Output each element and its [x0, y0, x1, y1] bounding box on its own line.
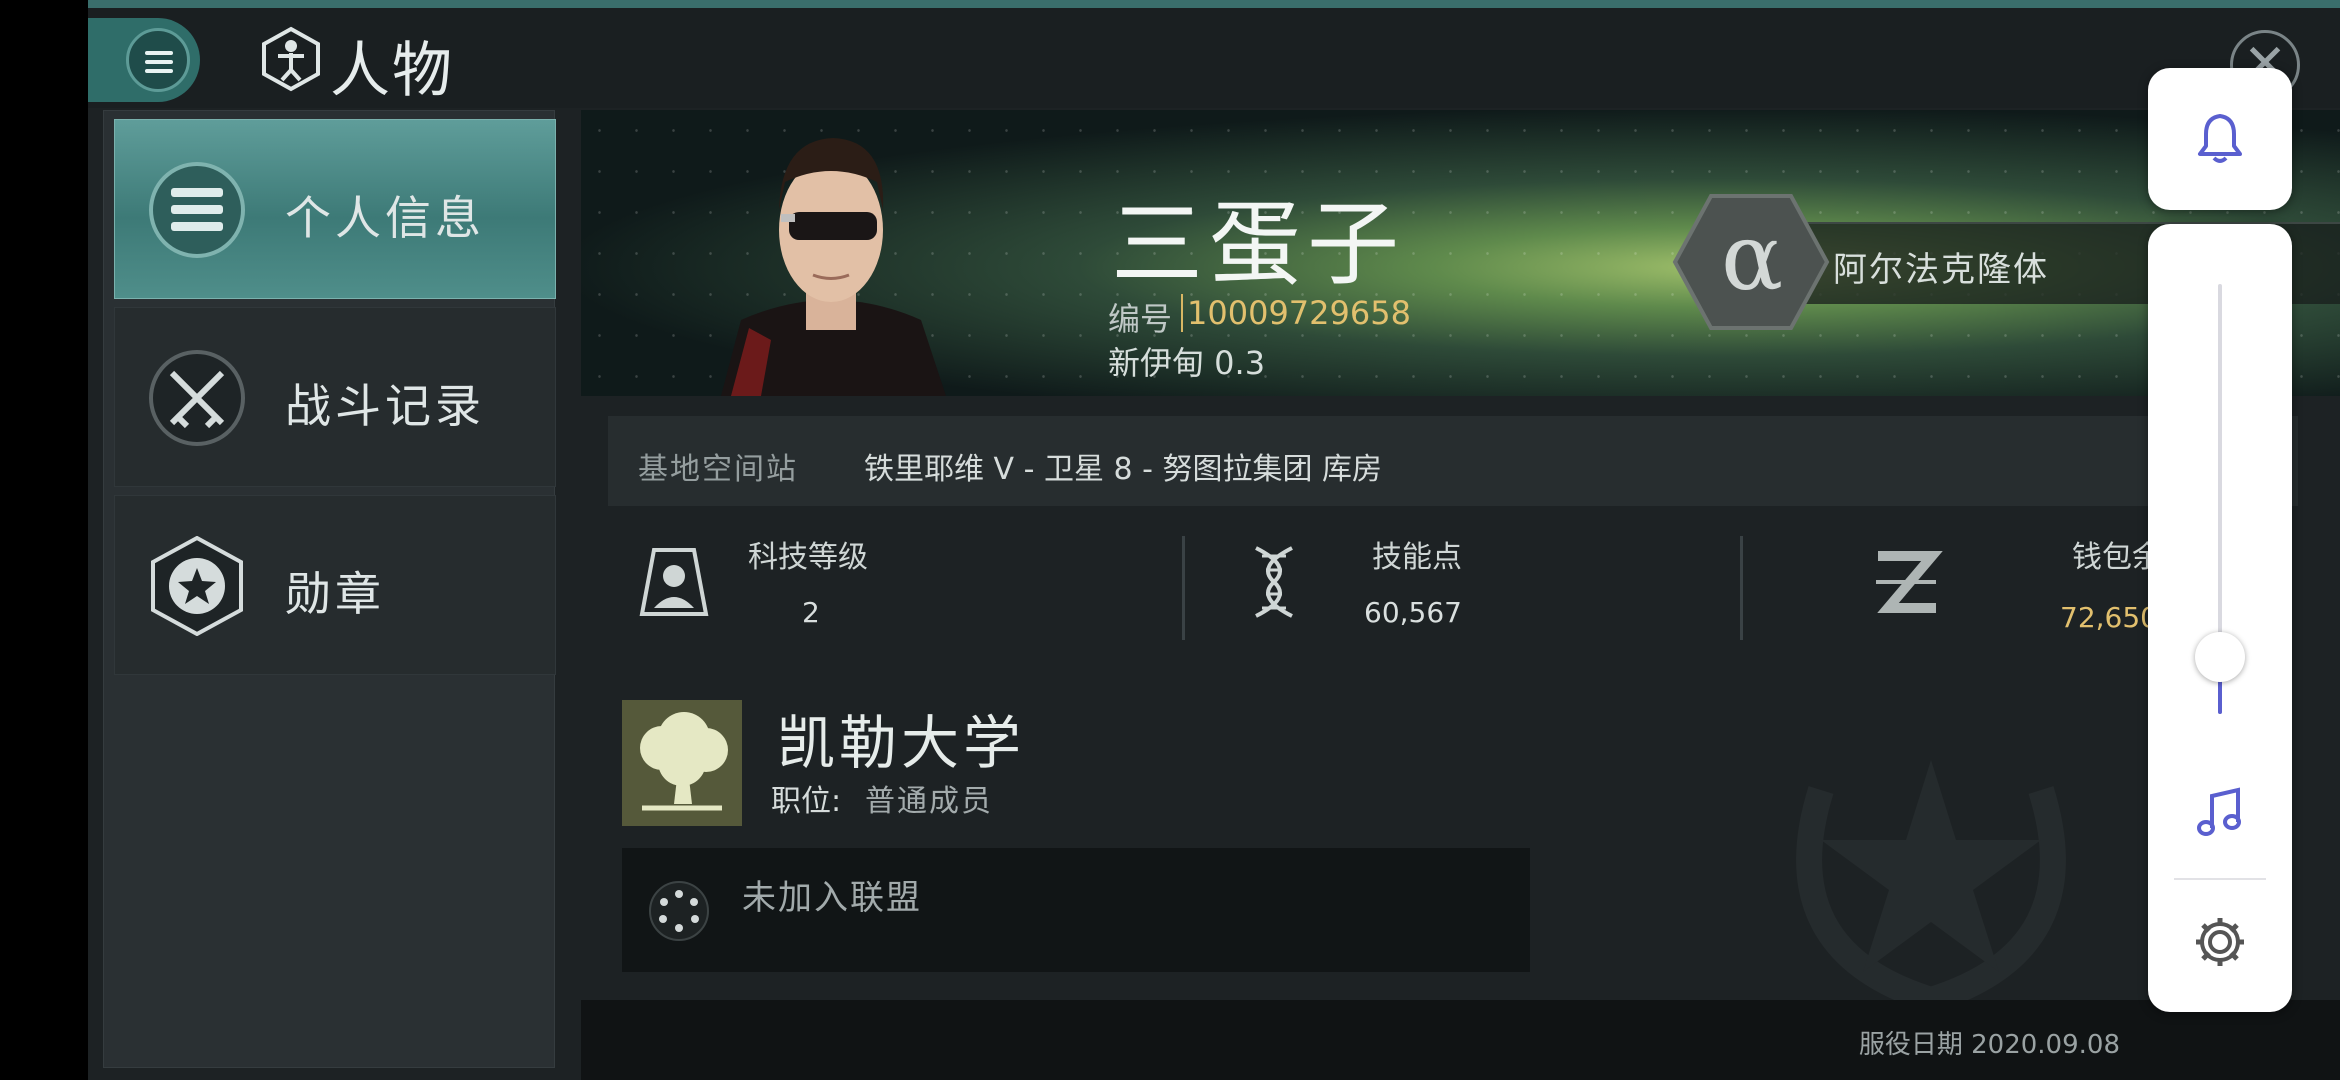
- divider: [2174, 878, 2266, 880]
- divider: [1182, 536, 1185, 640]
- sidebar-item-combat-log[interactable]: 战斗记录: [114, 307, 556, 487]
- clone-type: 阿尔法克隆体: [1833, 250, 2049, 290]
- stat-name: 技能点: [1372, 540, 1462, 575]
- gear-icon[interactable]: [2192, 914, 2248, 970]
- security-status: 新伊甸 0.3: [1108, 344, 1266, 382]
- alliance-status: 未加入联盟: [742, 878, 922, 918]
- volume-slider-thumb[interactable]: [2195, 632, 2245, 682]
- stat-tech-level: 科技等级 2: [608, 512, 1168, 662]
- pilot-icon: [639, 548, 709, 616]
- stat-value: 60,567: [1364, 596, 1462, 629]
- crossed-swords-icon: [149, 350, 245, 446]
- footer: 服役日期 2020.09.08: [581, 1000, 2340, 1080]
- menu-button[interactable]: [88, 18, 200, 102]
- service-date: 服役日期 2020.09.08: [1858, 1030, 2120, 1060]
- sidebar: 个人信息 战斗记录 勋章: [103, 110, 556, 1068]
- volume-panel: [2148, 224, 2292, 1012]
- stat-skill-points: 技能点 60,567: [1188, 512, 1748, 662]
- stats-row: 科技等级 2 技能点 60,567 钱包余额 72,650 星币: [608, 512, 2298, 662]
- stat-value: 2: [802, 596, 820, 629]
- character-name: 三蛋子: [1111, 191, 1406, 298]
- sidebar-item-label: 个人信息: [285, 191, 485, 245]
- home-station[interactable]: 基地空间站 铁里耶维 V - 卫星 8 - 努图拉集团 库房: [608, 416, 2298, 506]
- page-title: 人物: [330, 36, 454, 106]
- id-label: 编号: [1108, 300, 1173, 338]
- character-banner: 三蛋子 编号 10009729658 新伊甸 0.3 α 阿尔法克隆体: [581, 110, 2340, 396]
- home-station-label: 基地空间站: [638, 452, 798, 487]
- alliance-panel: 未加入联盟: [622, 848, 1530, 972]
- corporation-logo[interactable]: [622, 700, 742, 826]
- character-portrait[interactable]: [701, 110, 961, 396]
- sidebar-item-label: 勋章: [285, 567, 385, 621]
- character-icon: [262, 26, 320, 92]
- sidebar-item-label: 战斗记录: [285, 379, 485, 433]
- music-note-icon[interactable]: [2192, 784, 2248, 840]
- header-bar: 人物 ✕: [88, 8, 2340, 108]
- notification-panel: [2148, 68, 2292, 210]
- menu-icon: [126, 28, 190, 92]
- character-window: 人物 ✕ 个人信息 战斗记录 勋章 三蛋子 编号 10009729658 新伊甸…: [88, 0, 2340, 1080]
- list-icon: [149, 162, 245, 258]
- bell-icon[interactable]: [2192, 110, 2248, 166]
- role-label: 职位:: [771, 784, 842, 819]
- corporation-name[interactable]: 凯勒大学: [777, 696, 1025, 780]
- top-accent-line: [88, 0, 2340, 8]
- sidebar-item-personal-info[interactable]: 个人信息: [114, 119, 556, 299]
- dna-icon: [1255, 546, 1293, 618]
- home-station-value: 铁里耶维 V - 卫星 8 - 努图拉集团 库房: [864, 452, 1383, 487]
- faction-emblem-watermark: [1796, 760, 2066, 1014]
- role-value: 普通成员: [865, 784, 993, 819]
- stat-name: 科技等级: [748, 540, 868, 575]
- star-hexagon-icon: [151, 536, 243, 636]
- alpha-symbol: α: [1721, 204, 1784, 311]
- sidebar-item-medals[interactable]: 勋章: [114, 495, 556, 675]
- isk-icon: [1876, 551, 1943, 613]
- divider: [1740, 536, 1743, 640]
- main-content: 三蛋子 编号 10009729658 新伊甸 0.3 α 阿尔法克隆体 基地空间…: [581, 110, 2340, 1080]
- character-id[interactable]: 10009729658: [1181, 294, 1411, 332]
- alliance-stars-icon: [649, 881, 709, 941]
